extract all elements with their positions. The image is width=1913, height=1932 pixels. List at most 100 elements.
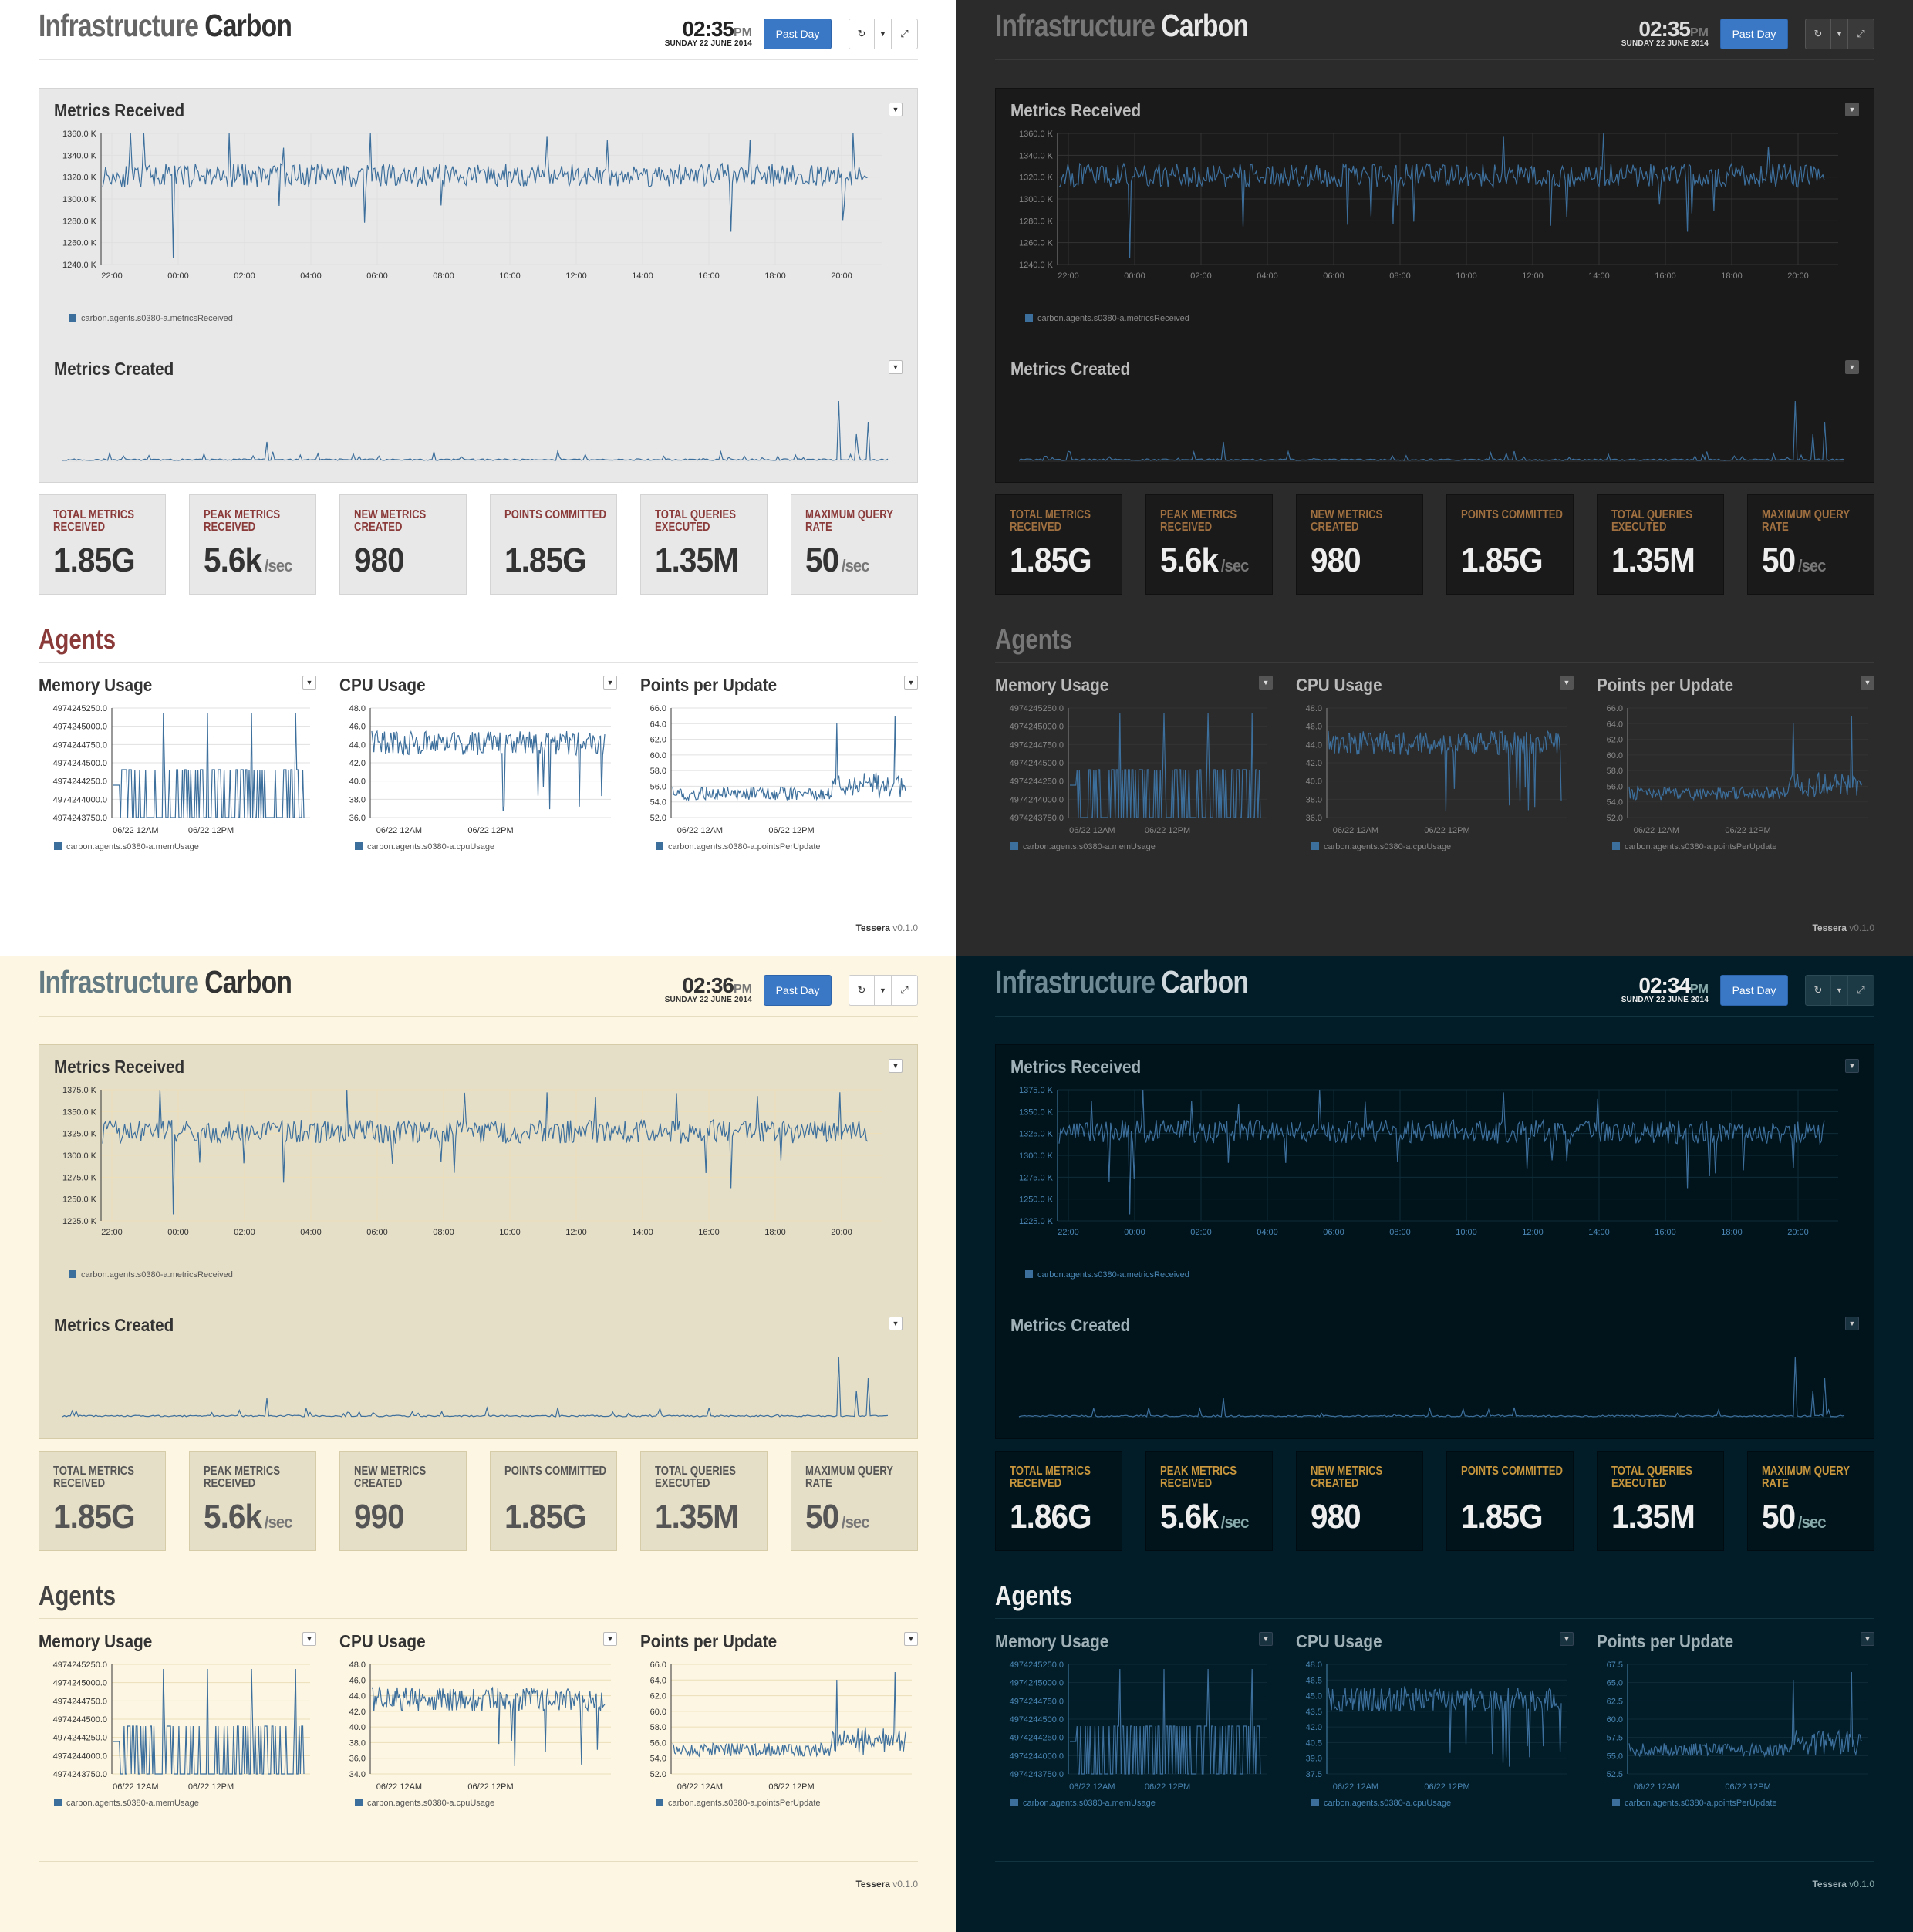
stat-label: New Metrics Created [1311,1465,1383,1490]
y-tick-label: 56.0 [650,782,666,791]
stat-card: Maximum Query Rate 50/sec [791,1451,918,1551]
exit-fullscreen-button[interactable]: ⤢ [1848,976,1874,1005]
footer-divider [995,1861,1874,1862]
agent-chart-menu-button[interactable]: ▼ [1560,676,1574,690]
agent-chart-menu-button[interactable]: ▼ [1560,1632,1574,1646]
y-tick-label: 42.0 [349,1708,366,1717]
menu-dropdown-button[interactable]: ▼ [1831,976,1848,1005]
refresh-button[interactable]: ↻ [1806,976,1831,1005]
stat-card: Maximum Query Rate 50/sec [1747,494,1874,595]
x-tick-label: 22:00 [1058,1228,1079,1237]
metrics-received-menu-button[interactable]: ▼ [889,103,903,116]
legend-label: carbon.agents.s0380-a.metricsReceived [1037,314,1189,323]
stat-value: 1.35M [1611,541,1695,579]
refresh-button[interactable]: ↻ [849,19,875,49]
caret-down-icon: ▼ [1848,106,1856,113]
y-tick-label: 38.0 [349,1738,366,1748]
stat-value: 5.6k [204,541,262,579]
y-tick-label: 40.0 [1306,777,1322,787]
time-range-button[interactable]: Past Day [764,19,832,49]
agent-chart-menu-button[interactable]: ▼ [1259,676,1273,690]
metrics-created-menu-button[interactable]: ▼ [889,1317,903,1330]
agent-chart-menu-button[interactable]: ▼ [603,676,617,690]
agent-chart-panel: Memory Usage ▼ 4974245250.0 4974245000.0 497… [995,671,1273,856]
agent-chart-menu-button[interactable]: ▼ [603,1632,617,1646]
agent-chart-menu-button[interactable]: ▼ [904,676,918,690]
agent-chart-menu-button[interactable]: ▼ [302,1632,316,1646]
agent-chart: 48.0 46.5 45.0 43.5 42.0 40.5 39.0 37.5 06/22 12… [1306,1661,1567,1792]
y-tick-label: 4974245250.0 [1010,704,1064,713]
y-tick-label: 4974244750.0 [53,1697,107,1706]
stat-card: New Metrics Created 980 [1296,1451,1423,1551]
agent-chart-panel: Points per Update ▼ 66.0 64.0 62.0 60.0 58.0 56… [640,671,918,856]
y-tick-label: 62.0 [1607,736,1623,745]
agent-chart-menu-button[interactable]: ▼ [1861,676,1874,690]
x-tick-label: 22:00 [101,271,123,281]
y-tick-label: 42.0 [1306,1723,1322,1732]
legend-swatch [1311,842,1319,850]
caret-down-icon: ▼ [1262,1635,1270,1643]
stat-card: New Metrics Created 990 [339,1451,467,1551]
menu-dropdown-button[interactable]: ▼ [875,976,892,1005]
time-range-button[interactable]: Past Day [764,975,832,1006]
caret-down-icon: ▼ [1848,1062,1856,1070]
y-tick-label: 55.0 [1607,1752,1623,1761]
y-tick-label: 60.0 [1607,751,1623,760]
menu-dropdown-button[interactable]: ▼ [1831,19,1848,49]
metrics-received-chart: 1375.0 K 1350.0 K 1325.0 K 1300.0 K 1275.0 K… [62,1086,882,1237]
x-tick-label: 00:00 [167,1228,189,1237]
metrics-received-menu-button[interactable]: ▼ [1845,103,1859,116]
stat-label: Peak Metrics Received [204,508,281,534]
refresh-button[interactable]: ↻ [849,976,875,1005]
caret-down-icon: ▼ [879,986,886,994]
agent-chart-panel: Points per Update ▼ 67.5 65.0 62.5 60.0 57.5 55… [1597,1627,1874,1812]
agent-chart-menu-button[interactable]: ▼ [904,1632,918,1646]
refresh-button[interactable]: ↻ [1806,19,1831,49]
metrics-created-menu-button[interactable]: ▼ [889,360,903,374]
menu-dropdown-button[interactable]: ▼ [875,19,892,49]
exit-fullscreen-button[interactable]: ⤢ [1848,19,1874,49]
stat-label: Total Queries Executed [1611,1465,1692,1490]
y-tick-label: 1320.0 K [1019,174,1054,183]
action-button-group: ↻ ▼ ⤢ [1805,19,1874,49]
x-tick-label: 06/22 12AM [1333,1782,1378,1792]
agent-chart: 66.0 64.0 62.0 60.0 58.0 56.0 54.0 52.0 06/22 12… [1607,704,1868,835]
agent-chart-title: Points per Update [640,675,778,695]
stat-label: Total Metrics Received [53,508,134,534]
metrics-received-menu-button[interactable]: ▼ [889,1059,903,1073]
footer-brand: Tessera [855,1879,890,1890]
y-tick-label: 46.0 [349,723,366,732]
agent-chart-panel: Memory Usage ▼ 4974245250.0 4974245000.0 497… [39,671,316,856]
agent-chart-menu-button[interactable]: ▼ [1259,1632,1273,1646]
y-tick-label: 57.5 [1607,1734,1623,1743]
y-tick-label: 1320.0 K [62,174,97,183]
caret-down-icon: ▼ [907,1635,915,1643]
legend-swatch [1025,1270,1033,1278]
agent-chart-menu-button[interactable]: ▼ [302,676,316,690]
time-range-button[interactable]: Past Day [1720,19,1788,49]
x-tick-label: 08:00 [433,1228,454,1237]
agent-chart-title: Memory Usage [995,1631,1109,1651]
footer: Tessera v0.1.0 [855,922,918,933]
exit-fullscreen-button[interactable]: ⤢ [892,976,917,1005]
y-tick-label: 42.0 [1306,759,1322,768]
metrics-received-series [1058,1089,1825,1215]
x-tick-label: 04:00 [1257,271,1278,281]
agent-chart-legend: carbon.agents.s0380-a.memUsage [54,842,199,851]
refresh-icon: ↻ [1813,984,1823,996]
footer: Tessera v0.1.0 [1812,1879,1874,1890]
stat-card: Total Queries Executed 1.35M [640,494,768,595]
time-range-button[interactable]: Past Day [1720,975,1788,1006]
clock-time: 02:35 [682,17,734,41]
metrics-created-menu-button[interactable]: ▼ [1845,360,1859,374]
metrics-created-series [62,400,889,461]
x-tick-label: 18:00 [764,1228,786,1237]
stat-value-row: 1.85G [504,541,589,580]
dashboard-light: Infrastructure Carbon 02:35PM SUNDAY 22 JUN… [0,0,956,956]
metrics-received-menu-button[interactable]: ▼ [1845,1059,1859,1073]
agent-chart-menu-button[interactable]: ▼ [1861,1632,1874,1646]
stat-unit: /sec [841,1512,870,1532]
metrics-created-menu-button[interactable]: ▼ [1845,1317,1859,1330]
exit-fullscreen-button[interactable]: ⤢ [892,19,917,49]
y-tick-label: 4974244250.0 [53,777,107,787]
